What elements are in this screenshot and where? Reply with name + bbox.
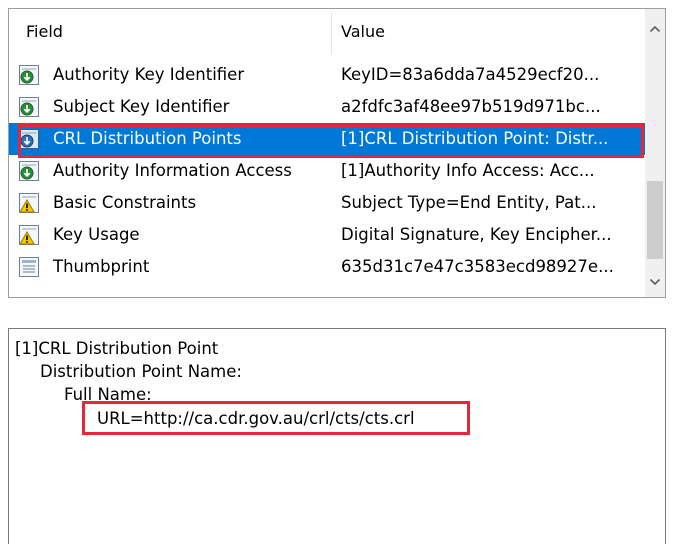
- vertical-scrollbar[interactable]: [645, 9, 665, 297]
- list-item[interactable]: Key Usage Digital Signature, Key Enciphe…: [9, 219, 645, 251]
- field-value: [1]Authority Info Access: Acc...: [341, 161, 595, 180]
- scroll-up-button[interactable]: [645, 9, 665, 49]
- field-name: Subject Key Identifier: [53, 97, 230, 116]
- field-value: a2fdfc3af48ee97b519d971bc...: [341, 97, 601, 116]
- chevron-down-icon: [649, 278, 661, 286]
- scroll-down-button[interactable]: [645, 267, 665, 297]
- certificate-extension-icon: [18, 128, 40, 150]
- chevron-up-icon: [649, 25, 661, 33]
- detail-line: Distribution Point Name:: [40, 362, 242, 381]
- list-item[interactable]: Basic Constraints Subject Type=End Entit…: [9, 187, 645, 219]
- list-header: Field Value: [9, 9, 645, 59]
- document-property-icon: [18, 256, 40, 278]
- field-value: 635d31c7e47c3583ecd98927e...: [341, 257, 614, 276]
- field-value: KeyID=83a6dda7a4529ecf20...: [341, 65, 600, 84]
- detail-line: Full Name:: [64, 385, 152, 404]
- field-name: Basic Constraints: [53, 193, 197, 212]
- field-value: Subject Type=End Entity, Pat...: [341, 193, 597, 212]
- certificate-extension-icon: [18, 96, 40, 118]
- list-item[interactable]: Thumbprint 635d31c7e47c3583ecd98927e...: [9, 251, 645, 283]
- field-name: CRL Distribution Points: [53, 129, 242, 148]
- list-item-selected[interactable]: CRL Distribution Points [1]CRL Distribut…: [9, 123, 645, 155]
- field-name: Thumbprint: [53, 257, 150, 276]
- column-header-value[interactable]: Value: [341, 21, 385, 43]
- list-item[interactable]: Authority Key Identifier KeyID=83a6dda7a…: [9, 59, 645, 91]
- field-detail-textbox[interactable]: [1]CRL Distribution Point Distribution P…: [8, 328, 666, 544]
- list-item[interactable]: Authority Information Access [1]Authorit…: [9, 155, 645, 187]
- certificate-extension-icon: [18, 160, 40, 182]
- crl-url-line: URL=http://ca.cdr.gov.au/crl/cts/cts.crl: [97, 409, 415, 428]
- column-divider[interactable]: [331, 13, 332, 55]
- critical-extension-warning-icon: [18, 224, 40, 246]
- list-item[interactable]: Subject Key Identifier a2fdfc3af48ee97b5…: [9, 91, 645, 123]
- detail-line: [1]CRL Distribution Point: [15, 339, 219, 358]
- critical-extension-warning-icon: [18, 192, 40, 214]
- field-name: Key Usage: [53, 225, 140, 244]
- field-value: Digital Signature, Key Encipher...: [341, 225, 612, 244]
- certificate-fields-list[interactable]: Field Value Authority Key Identifier Key…: [8, 8, 666, 298]
- field-name: Authority Information Access: [53, 161, 292, 180]
- field-name: Authority Key Identifier: [53, 65, 245, 84]
- list-rows: Authority Key Identifier KeyID=83a6dda7a…: [9, 59, 645, 283]
- column-header-field[interactable]: Field: [26, 21, 63, 43]
- certificate-extension-icon: [18, 64, 40, 86]
- field-value: [1]CRL Distribution Point: Distr...: [341, 129, 609, 148]
- scrollbar-thumb[interactable]: [647, 181, 663, 259]
